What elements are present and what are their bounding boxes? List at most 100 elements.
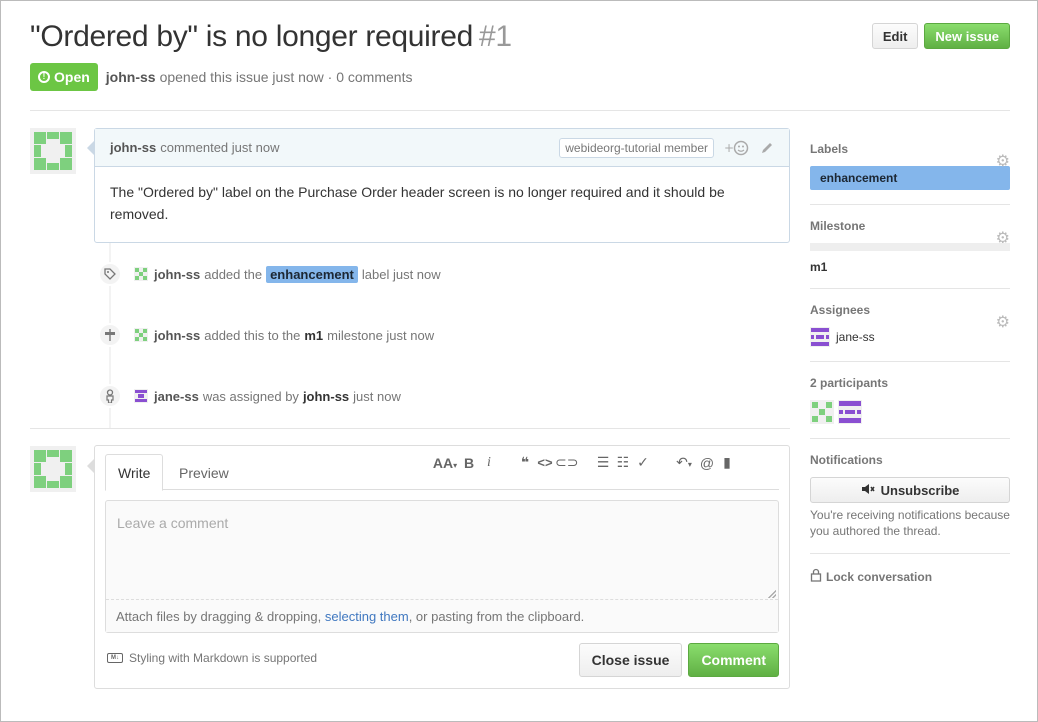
notifications-heading: Notifications (810, 453, 883, 467)
lock-conversation-link[interactable]: Lock conversation (810, 568, 1010, 585)
link-icon[interactable]: ⊂⊃ (555, 454, 578, 471)
timeline-event-assigned: jane-ss was assigned by john-ss just now (98, 384, 401, 408)
task-list-icon[interactable]: ✓ (633, 454, 653, 471)
issue-opened-text: opened this issue just now · 0 comments (159, 69, 413, 85)
issue-title-text: "Ordered by" is no longer required (30, 20, 474, 53)
sidebar: Labels ⚙ enhancement Milestone ⚙ m1 Assi… (810, 128, 1010, 585)
assignee-item[interactable]: jane-ss (810, 327, 1010, 347)
avatar[interactable] (838, 400, 862, 424)
comment-body: The "Ordered by" label on the Purchase O… (110, 184, 725, 222)
form-actions: Close issue Comment (578, 643, 779, 677)
gear-icon[interactable]: ⚙ (996, 315, 1010, 331)
numbered-list-icon[interactable]: ☷ (613, 454, 633, 471)
sidebar-milestone: Milestone ⚙ m1 (810, 219, 1010, 289)
comment-header: john-ss commented just now webideorg-tut… (87, 129, 789, 167)
avatar[interactable] (30, 446, 76, 492)
comment-author-link[interactable]: john-ss (110, 140, 156, 155)
label-chip[interactable]: enhancement (266, 265, 358, 283)
new-comment-form: Write Preview AA▾ B i ❝ <> ⊂⊃ ☰ ☷ ✓ ↶▾ @… (87, 445, 790, 689)
avatar[interactable] (134, 328, 148, 342)
edit-button[interactable]: Edit (871, 23, 919, 49)
avatar[interactable] (134, 389, 148, 403)
milestone-link[interactable]: m1 (304, 328, 323, 343)
mute-icon (861, 483, 875, 498)
avatar[interactable] (810, 400, 834, 424)
event-actor-link[interactable]: john-ss (154, 328, 200, 343)
italic-icon[interactable]: i (479, 455, 499, 471)
timeline-event-milestoned: john-ss added this to the m1 milestone j… (98, 323, 434, 347)
status-badge: ! Open (30, 63, 98, 91)
unsubscribe-label: Unsubscribe (880, 482, 960, 498)
pencil-icon[interactable] (760, 141, 774, 155)
comment-button[interactable]: Comment (688, 643, 779, 677)
event-text: label just now (361, 266, 441, 282)
tab-preview[interactable]: Preview (167, 454, 241, 491)
svg-text:+: + (724, 141, 734, 155)
issue-comment: john-ss commented just now webideorg-tut… (87, 128, 790, 243)
markdown-icon: M↓ (107, 653, 123, 663)
avatar[interactable] (134, 267, 148, 281)
issue-number: #1 (479, 20, 512, 53)
event-text: added this to the (204, 327, 301, 343)
tag-icon (98, 262, 122, 286)
sidebar-participants: 2 participants (810, 376, 1010, 439)
sidebar-label-enhancement[interactable]: enhancement (810, 166, 1010, 190)
text-size-icon[interactable]: AA▾ (431, 455, 459, 471)
assignee-name: jane-ss (836, 330, 875, 344)
comment-time: commented just now (160, 140, 280, 155)
bookmark-icon[interactable]: ▮ (717, 454, 737, 471)
issue-meta: ! Open john-ss opened this issue just no… (30, 63, 1010, 91)
labels-heading: Labels (810, 142, 849, 156)
tab-write[interactable]: Write (105, 454, 164, 491)
event-actor-link[interactable]: john-ss (154, 267, 200, 282)
issue-title: "Ordered by" is no longer required #1 (30, 17, 1010, 57)
mention-icon[interactable]: @ (697, 455, 717, 471)
lock-label: Lock conversation (826, 569, 933, 584)
bold-icon[interactable]: B (459, 455, 479, 471)
quote-icon[interactable]: ❝ (515, 454, 535, 471)
status-label: Open (54, 69, 90, 85)
comment-textarea[interactable]: Leave a comment Attach files by dragging… (105, 500, 779, 633)
avatar (810, 327, 830, 347)
event-assigner-link[interactable]: john-ss (303, 389, 349, 404)
participant-avatars (810, 400, 1010, 424)
timeline-event-labeled: john-ss added the enhancement label just… (98, 262, 441, 286)
comment-placeholder: Leave a comment (117, 515, 229, 531)
resize-handle[interactable] (768, 590, 776, 598)
formatting-toolbar: AA▾ B i ❝ <> ⊂⊃ ☰ ☷ ✓ ↶▾ @ ▮ (431, 454, 737, 471)
person-icon (98, 384, 122, 408)
new-issue-button[interactable]: New issue (924, 23, 1010, 49)
member-badge: webideorg-tutorial member (559, 137, 714, 158)
assignees-heading: Assignees (810, 303, 871, 317)
milestone-heading: Milestone (810, 219, 866, 233)
markdown-note[interactable]: M↓ Styling with Markdown is supported (107, 651, 317, 665)
header-divider (30, 110, 1010, 111)
gear-icon[interactable]: ⚙ (996, 154, 1010, 170)
add-reaction-icon[interactable]: + (724, 140, 750, 156)
code-icon[interactable]: <> (535, 455, 555, 470)
select-files-link[interactable]: selecting them (325, 609, 409, 624)
event-text: added the (204, 266, 263, 282)
milestone-progress (810, 243, 1010, 251)
avatar[interactable] (30, 128, 76, 174)
notification-reason: You're receiving notifications because y… (810, 508, 1010, 538)
sidebar-assignees: Assignees ⚙ jane-ss (810, 303, 1010, 362)
unsubscribe-button[interactable]: Unsubscribe (810, 477, 1010, 503)
file-drop-zone[interactable]: Attach files by dragging & dropping, sel… (106, 599, 778, 632)
issue-author-link[interactable]: john-ss (106, 69, 156, 85)
reply-icon[interactable]: ↶▾ (671, 454, 697, 471)
drop-text: , or pasting from the clipboard. (408, 608, 585, 624)
milestone-link[interactable]: m1 (810, 260, 827, 274)
sidebar-labels: Labels ⚙ enhancement (810, 142, 1010, 205)
markdown-note-text: Styling with Markdown is supported (129, 651, 318, 665)
issue-header: "Ordered by" is no longer required #1 Edi… (30, 17, 1010, 91)
event-text: milestone just now (327, 327, 435, 343)
drop-text: Attach files by dragging & dropping, (116, 608, 322, 624)
bullet-list-icon[interactable]: ☰ (593, 454, 613, 471)
milestone-icon (98, 323, 122, 347)
event-text: just now (353, 388, 401, 404)
event-text: was assigned by (202, 388, 299, 404)
close-issue-button[interactable]: Close issue (578, 643, 683, 677)
event-actor-link[interactable]: jane-ss (154, 389, 199, 404)
header-actions: Edit New issue (871, 23, 1010, 49)
